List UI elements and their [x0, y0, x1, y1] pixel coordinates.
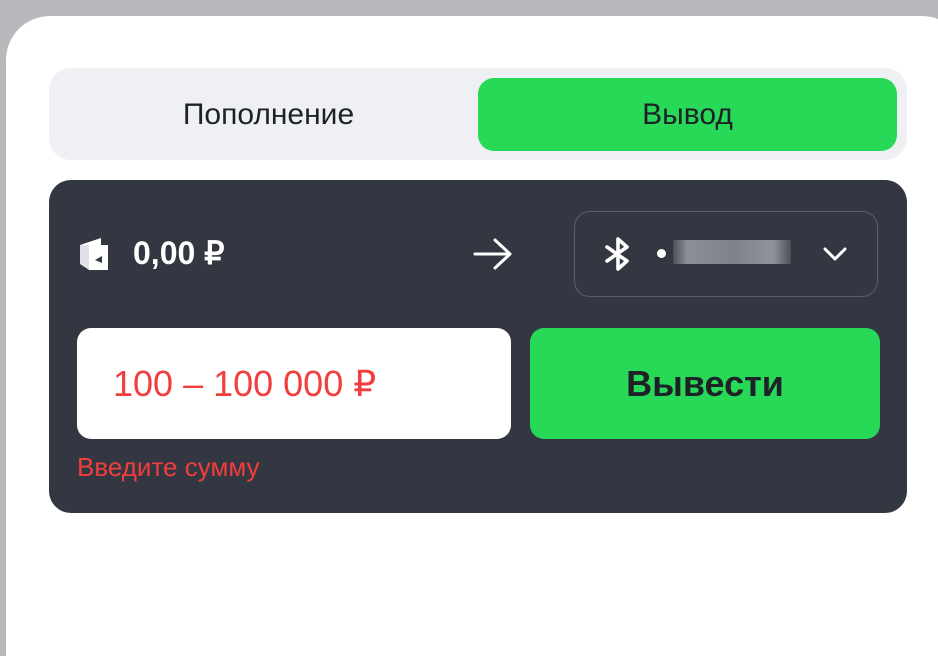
withdraw-card: 0,00 ₽ •••••• Вывести Введите сумму	[49, 180, 907, 513]
withdraw-button[interactable]: Вывести	[530, 328, 880, 439]
tab-deposit[interactable]: Пополнение	[59, 78, 478, 151]
operation-tabs: Пополнение Вывод	[49, 68, 907, 160]
amount-error-message: Введите сумму	[77, 452, 260, 482]
tab-withdraw[interactable]: Вывод	[478, 78, 897, 151]
bluetooth-icon	[605, 237, 629, 271]
chevron-down-icon[interactable]	[821, 244, 849, 264]
amount-input[interactable]	[77, 328, 511, 439]
payout-method-select[interactable]: ••••••	[574, 211, 878, 297]
arrow-right-icon	[473, 238, 512, 270]
withdraw-sheet: Пополнение Вывод 0,00 ₽ •••••• Вывести В…	[6, 16, 938, 656]
payout-method-value: ••••••	[675, 242, 713, 263]
balance-amount: 0,00 ₽	[133, 235, 225, 271]
wallet-icon	[80, 238, 108, 270]
masked-dot	[657, 249, 666, 258]
